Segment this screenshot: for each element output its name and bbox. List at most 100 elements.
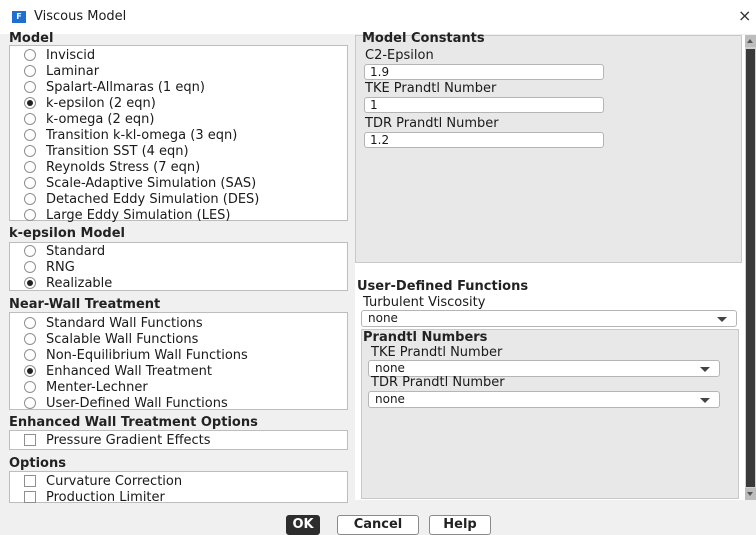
near-wall-treatment-group: Standard Wall Functions Scalable Wall Fu… [9, 312, 348, 411]
ok-button[interactable]: OK [286, 515, 320, 535]
radio-rng[interactable]: RNG [10, 259, 75, 275]
radio-button[interactable] [24, 209, 36, 221]
model-constants-label: Model Constants [362, 31, 485, 46]
options-label: Options [9, 456, 66, 471]
radio-label: Realizable [46, 275, 113, 291]
radio-label: Inviscid [46, 47, 96, 63]
checkbox-production-limiter[interactable]: Production Limiter [10, 489, 165, 505]
radio-les[interactable]: Large Eddy Simulation (LES) [10, 207, 230, 223]
scroll-down-arrow-icon[interactable] [745, 488, 756, 500]
radio-reynolds-stress[interactable]: Reynolds Stress (7 eqn) [10, 159, 200, 175]
radio-k-epsilon[interactable]: k-epsilon (2 eqn) [10, 95, 156, 111]
udf-tdr-prandtl-label: TDR Prandtl Number [371, 375, 505, 390]
radio-button[interactable] [24, 397, 36, 409]
udf-tke-prandtl-label: TKE Prandtl Number [371, 345, 503, 360]
tdr-prandtl-number-label: TDR Prandtl Number [365, 116, 499, 131]
radio-button[interactable] [24, 65, 36, 77]
c2-epsilon-label: C2-Epsilon [365, 48, 434, 63]
scroll-up-arrow-icon[interactable] [745, 35, 756, 47]
radio-button[interactable] [24, 365, 36, 377]
scrollbar-thumb[interactable] [746, 49, 755, 487]
tdr-prandtl-number-input[interactable]: 1.2 [364, 132, 604, 148]
fluent-app-icon: F [12, 11, 26, 23]
checkbox-pressure-gradient-effects[interactable]: Pressure Gradient Effects [10, 432, 211, 448]
checkbox-label: Pressure Gradient Effects [46, 432, 211, 448]
radio-button[interactable] [24, 81, 36, 93]
radio-standard[interactable]: Standard [10, 243, 105, 259]
radio-button[interactable] [24, 177, 36, 189]
radio-button[interactable] [24, 97, 36, 109]
model-section-label: Model [9, 31, 54, 46]
radio-label: Standard Wall Functions [46, 315, 203, 331]
window-title: Viscous Model [34, 9, 127, 24]
radio-label: Spalart-Allmaras (1 eqn) [46, 79, 205, 95]
help-button[interactable]: Help [429, 515, 491, 535]
radio-enhanced-wall-treatment[interactable]: Enhanced Wall Treatment [10, 363, 212, 379]
udf-label: User-Defined Functions [357, 279, 529, 294]
radio-button[interactable] [24, 129, 36, 141]
enhanced-wall-options-label: Enhanced Wall Treatment Options [9, 415, 258, 430]
radio-button[interactable] [24, 161, 36, 173]
radio-user-defined-wall-functions[interactable]: User-Defined Wall Functions [10, 395, 228, 411]
radio-k-omega[interactable]: k-omega (2 eqn) [10, 111, 154, 127]
options-group: Curvature Correction Production Limiter [9, 471, 348, 505]
k-epsilon-model-group: Standard RNG Realizable [9, 242, 348, 291]
radio-button[interactable] [24, 261, 36, 273]
radio-button[interactable] [24, 333, 36, 345]
radio-button[interactable] [24, 49, 36, 61]
radio-label: User-Defined Wall Functions [46, 395, 228, 411]
radio-label: Standard [46, 243, 106, 259]
tke-prandtl-number-input[interactable]: 1 [364, 97, 604, 113]
checkbox-curvature-correction[interactable]: Curvature Correction [10, 473, 182, 489]
radio-button[interactable] [24, 381, 36, 393]
radio-button[interactable] [24, 145, 36, 157]
radio-transition-k-kl-omega[interactable]: Transition k-kl-omega (3 eqn) [10, 127, 237, 143]
radio-button[interactable] [24, 245, 36, 257]
model-group: Inviscid Laminar Spalart-Allmaras (1 eqn… [9, 45, 348, 223]
radio-spalart-allmaras[interactable]: Spalart-Allmaras (1 eqn) [10, 79, 205, 95]
radio-label: Reynolds Stress (7 eqn) [46, 159, 201, 175]
radio-transition-sst[interactable]: Transition SST (4 eqn) [10, 143, 189, 159]
checkbox[interactable] [24, 475, 36, 487]
radio-standard-wall-functions[interactable]: Standard Wall Functions [10, 315, 203, 331]
right-panel: C2-Epsilon 1.9 TKE Prandtl Number 1 TDR … [355, 35, 745, 500]
radio-label: Laminar [46, 63, 100, 79]
radio-button[interactable] [24, 349, 36, 361]
vertical-scrollbar[interactable] [745, 35, 756, 500]
radio-button[interactable] [24, 193, 36, 205]
radio-non-equilibrium-wall-functions[interactable]: Non-Equilibrium Wall Functions [10, 347, 248, 363]
dropdown-value: none [368, 311, 398, 325]
prandtl-numbers-group: Prandtl Numbers TKE Prandtl Number none … [361, 329, 739, 499]
chevron-down-icon [717, 317, 727, 322]
checkbox[interactable] [24, 434, 36, 446]
radio-button[interactable] [24, 317, 36, 329]
radio-realizable[interactable]: Realizable [10, 275, 112, 291]
radio-laminar[interactable]: Laminar [10, 63, 99, 79]
close-icon[interactable]: × [738, 6, 751, 25]
radio-label: Enhanced Wall Treatment [46, 363, 212, 379]
radio-des[interactable]: Detached Eddy Simulation (DES) [10, 191, 259, 207]
udf-tdr-prandtl-dropdown[interactable]: none [368, 391, 720, 408]
radio-scalable-wall-functions[interactable]: Scalable Wall Functions [10, 331, 198, 347]
chevron-down-icon [700, 367, 710, 372]
radio-inviscid[interactable]: Inviscid [10, 47, 95, 63]
radio-button[interactable] [24, 277, 36, 289]
chevron-down-icon [700, 398, 710, 403]
radio-label: Non-Equilibrium Wall Functions [46, 347, 248, 363]
checkbox-label: Curvature Correction [46, 473, 183, 489]
dropdown-value: none [375, 392, 405, 406]
radio-label: k-epsilon (2 eqn) [46, 95, 156, 111]
turbulent-viscosity-dropdown[interactable]: none [361, 310, 737, 327]
radio-label: Detached Eddy Simulation (DES) [46, 191, 260, 207]
checkbox[interactable] [24, 491, 36, 503]
radio-button[interactable] [24, 113, 36, 125]
turbulent-viscosity-label: Turbulent Viscosity [363, 295, 486, 310]
checkbox-label: Production Limiter [46, 489, 165, 505]
dropdown-value: none [375, 361, 405, 375]
c2-epsilon-input[interactable]: 1.9 [364, 64, 604, 80]
model-constants-area: C2-Epsilon 1.9 TKE Prandtl Number 1 TDR … [355, 35, 742, 263]
cancel-button[interactable]: Cancel [337, 515, 419, 535]
radio-label: Large Eddy Simulation (LES) [46, 207, 231, 223]
radio-sas[interactable]: Scale-Adaptive Simulation (SAS) [10, 175, 256, 191]
radio-menter-lechner[interactable]: Menter-Lechner [10, 379, 148, 395]
